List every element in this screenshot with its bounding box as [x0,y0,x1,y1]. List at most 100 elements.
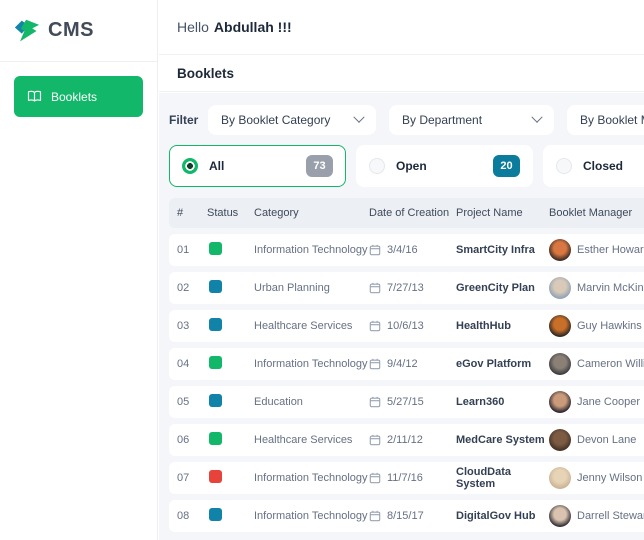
manager-cell: Jenny Wilson [549,467,644,489]
col-project: Project Name [456,207,523,219]
chevron-down-icon [353,111,365,123]
avatar [549,391,571,413]
dropdown-value: By Booklet Manager [580,113,644,127]
table-row[interactable]: 01 Information Technology 3/4/16 SmartCi… [169,234,644,266]
tab-closed[interactable]: Closed [543,145,644,187]
row-number: 02 [177,282,190,294]
status-cell [207,356,254,372]
date-text: 3/4/16 [387,244,418,256]
calendar-icon [369,320,381,332]
radio-unchecked-icon[interactable] [556,158,572,174]
status-cell [207,318,254,334]
calendar-icon [369,244,381,256]
category-cell: Information Technology [254,244,368,256]
project-name-cell: DigitalGov Hub [456,510,536,522]
avatar [549,315,571,337]
avatar [549,277,571,299]
date-cell: 10/6/13 [369,320,456,332]
col-status: Status [207,207,239,219]
project-name-cell: GreenCity Plan [456,282,535,294]
status-cell [207,280,254,296]
category-cell: Healthcare Services [254,434,353,446]
table-row[interactable]: 03 Healthcare Services 10/6/13 HealthHub… [169,310,644,342]
count-badge: 20 [493,155,520,177]
dropdown-department[interactable]: By Department [389,105,554,135]
tab-open[interactable]: Open 20 [356,145,533,187]
category-cell: Information Technology [254,358,368,370]
table-row[interactable]: 02 Urban Planning 7/27/13 GreenCity Plan… [169,272,644,304]
status-indicator [209,356,222,369]
sidebar-nav: Booklets [0,62,157,131]
project-name-cell: Learn360 [456,396,505,408]
manager-cell: Cameron Williamson [549,353,644,375]
table-row[interactable]: 04 Information Technology 9/4/12 eGov Pl… [169,348,644,380]
date-cell: 11/7/16 [369,472,456,484]
manager-name: Guy Hawkins [577,320,642,332]
dropdown-booklet-manager[interactable]: By Booklet Manager [567,105,644,135]
greeting-prefix: Hello [177,19,209,35]
project-name-cell: CloudData System [456,466,511,490]
category-cell: Information Technology [254,472,368,484]
date-text: 7/27/13 [387,282,424,294]
tab-all[interactable]: All 73 [169,145,346,187]
project-name-cell: eGov Platform [456,358,532,370]
status-indicator [209,280,222,293]
greeting-name: Abdullah !!! [213,19,292,35]
row-number: 06 [177,434,190,446]
date-cell: 3/4/16 [369,244,456,256]
avatar [549,353,571,375]
dropdown-value: By Department [402,113,483,127]
tab-label: Closed [583,159,624,173]
sidebar-item-label: Booklets [51,89,98,104]
calendar-icon [369,510,381,522]
sidebar: CMS Booklets [0,0,158,540]
page-title: Booklets [177,65,235,81]
manager-name: Cameron Williamson [577,358,644,370]
category-cell: Urban Planning [254,282,330,294]
manager-name: Jane Cooper [577,396,640,408]
manager-name: Darrell Steward [577,510,644,522]
row-number: 08 [177,510,190,522]
sidebar-item-booklets[interactable]: Booklets [14,76,143,117]
manager-cell: Marvin McKinney [549,277,644,299]
main-area: Hello Abdullah !!! Booklets Filter By Bo… [159,0,644,540]
date-text: 10/6/13 [387,320,424,332]
calendar-icon [369,434,381,446]
page-title-bar: Booklets [159,55,644,92]
date-cell: 8/15/17 [369,510,456,522]
calendar-icon [369,282,381,294]
col-date: Date of Creation [369,207,450,219]
date-text: 9/4/12 [387,358,418,370]
category-cell: Information Technology [254,510,368,522]
table-row[interactable]: 06 Healthcare Services 2/11/12 MedCare S… [169,424,644,456]
logo: CMS [0,0,157,62]
dropdown-value: By Booklet Category [221,113,331,127]
avatar [549,429,571,451]
status-indicator [209,508,222,521]
row-number: 05 [177,396,190,408]
table-row[interactable]: 07 Information Technology 11/7/16 CloudD… [169,462,644,494]
book-icon [27,90,42,102]
col-number: # [177,207,184,219]
avatar [549,239,571,261]
manager-cell: Jane Cooper [549,391,644,413]
date-cell: 2/11/12 [369,434,456,446]
filter-row: Filter By Booklet Category By Department… [169,105,644,135]
row-number: 01 [177,244,190,256]
tab-label: Open [396,159,427,173]
status-cell [207,470,254,486]
row-number: 03 [177,320,190,332]
status-cell [207,432,254,448]
dropdown-booklet-category[interactable]: By Booklet Category [208,105,376,135]
table-row[interactable]: 08 Information Technology 8/15/17 Digita… [169,500,644,532]
calendar-icon [369,472,381,484]
project-name-cell: MedCare System [456,434,545,446]
col-manager: Booklet Manager [549,207,633,219]
row-number: 04 [177,358,190,370]
date-text: 5/27/15 [387,396,424,408]
table-row[interactable]: 05 Education 5/27/15 Learn360 Jane Coope… [169,386,644,418]
radio-unchecked-icon[interactable] [369,158,385,174]
project-name-cell: HealthHub [456,320,511,332]
date-text: 8/15/17 [387,510,424,522]
radio-checked-icon[interactable] [182,158,198,174]
